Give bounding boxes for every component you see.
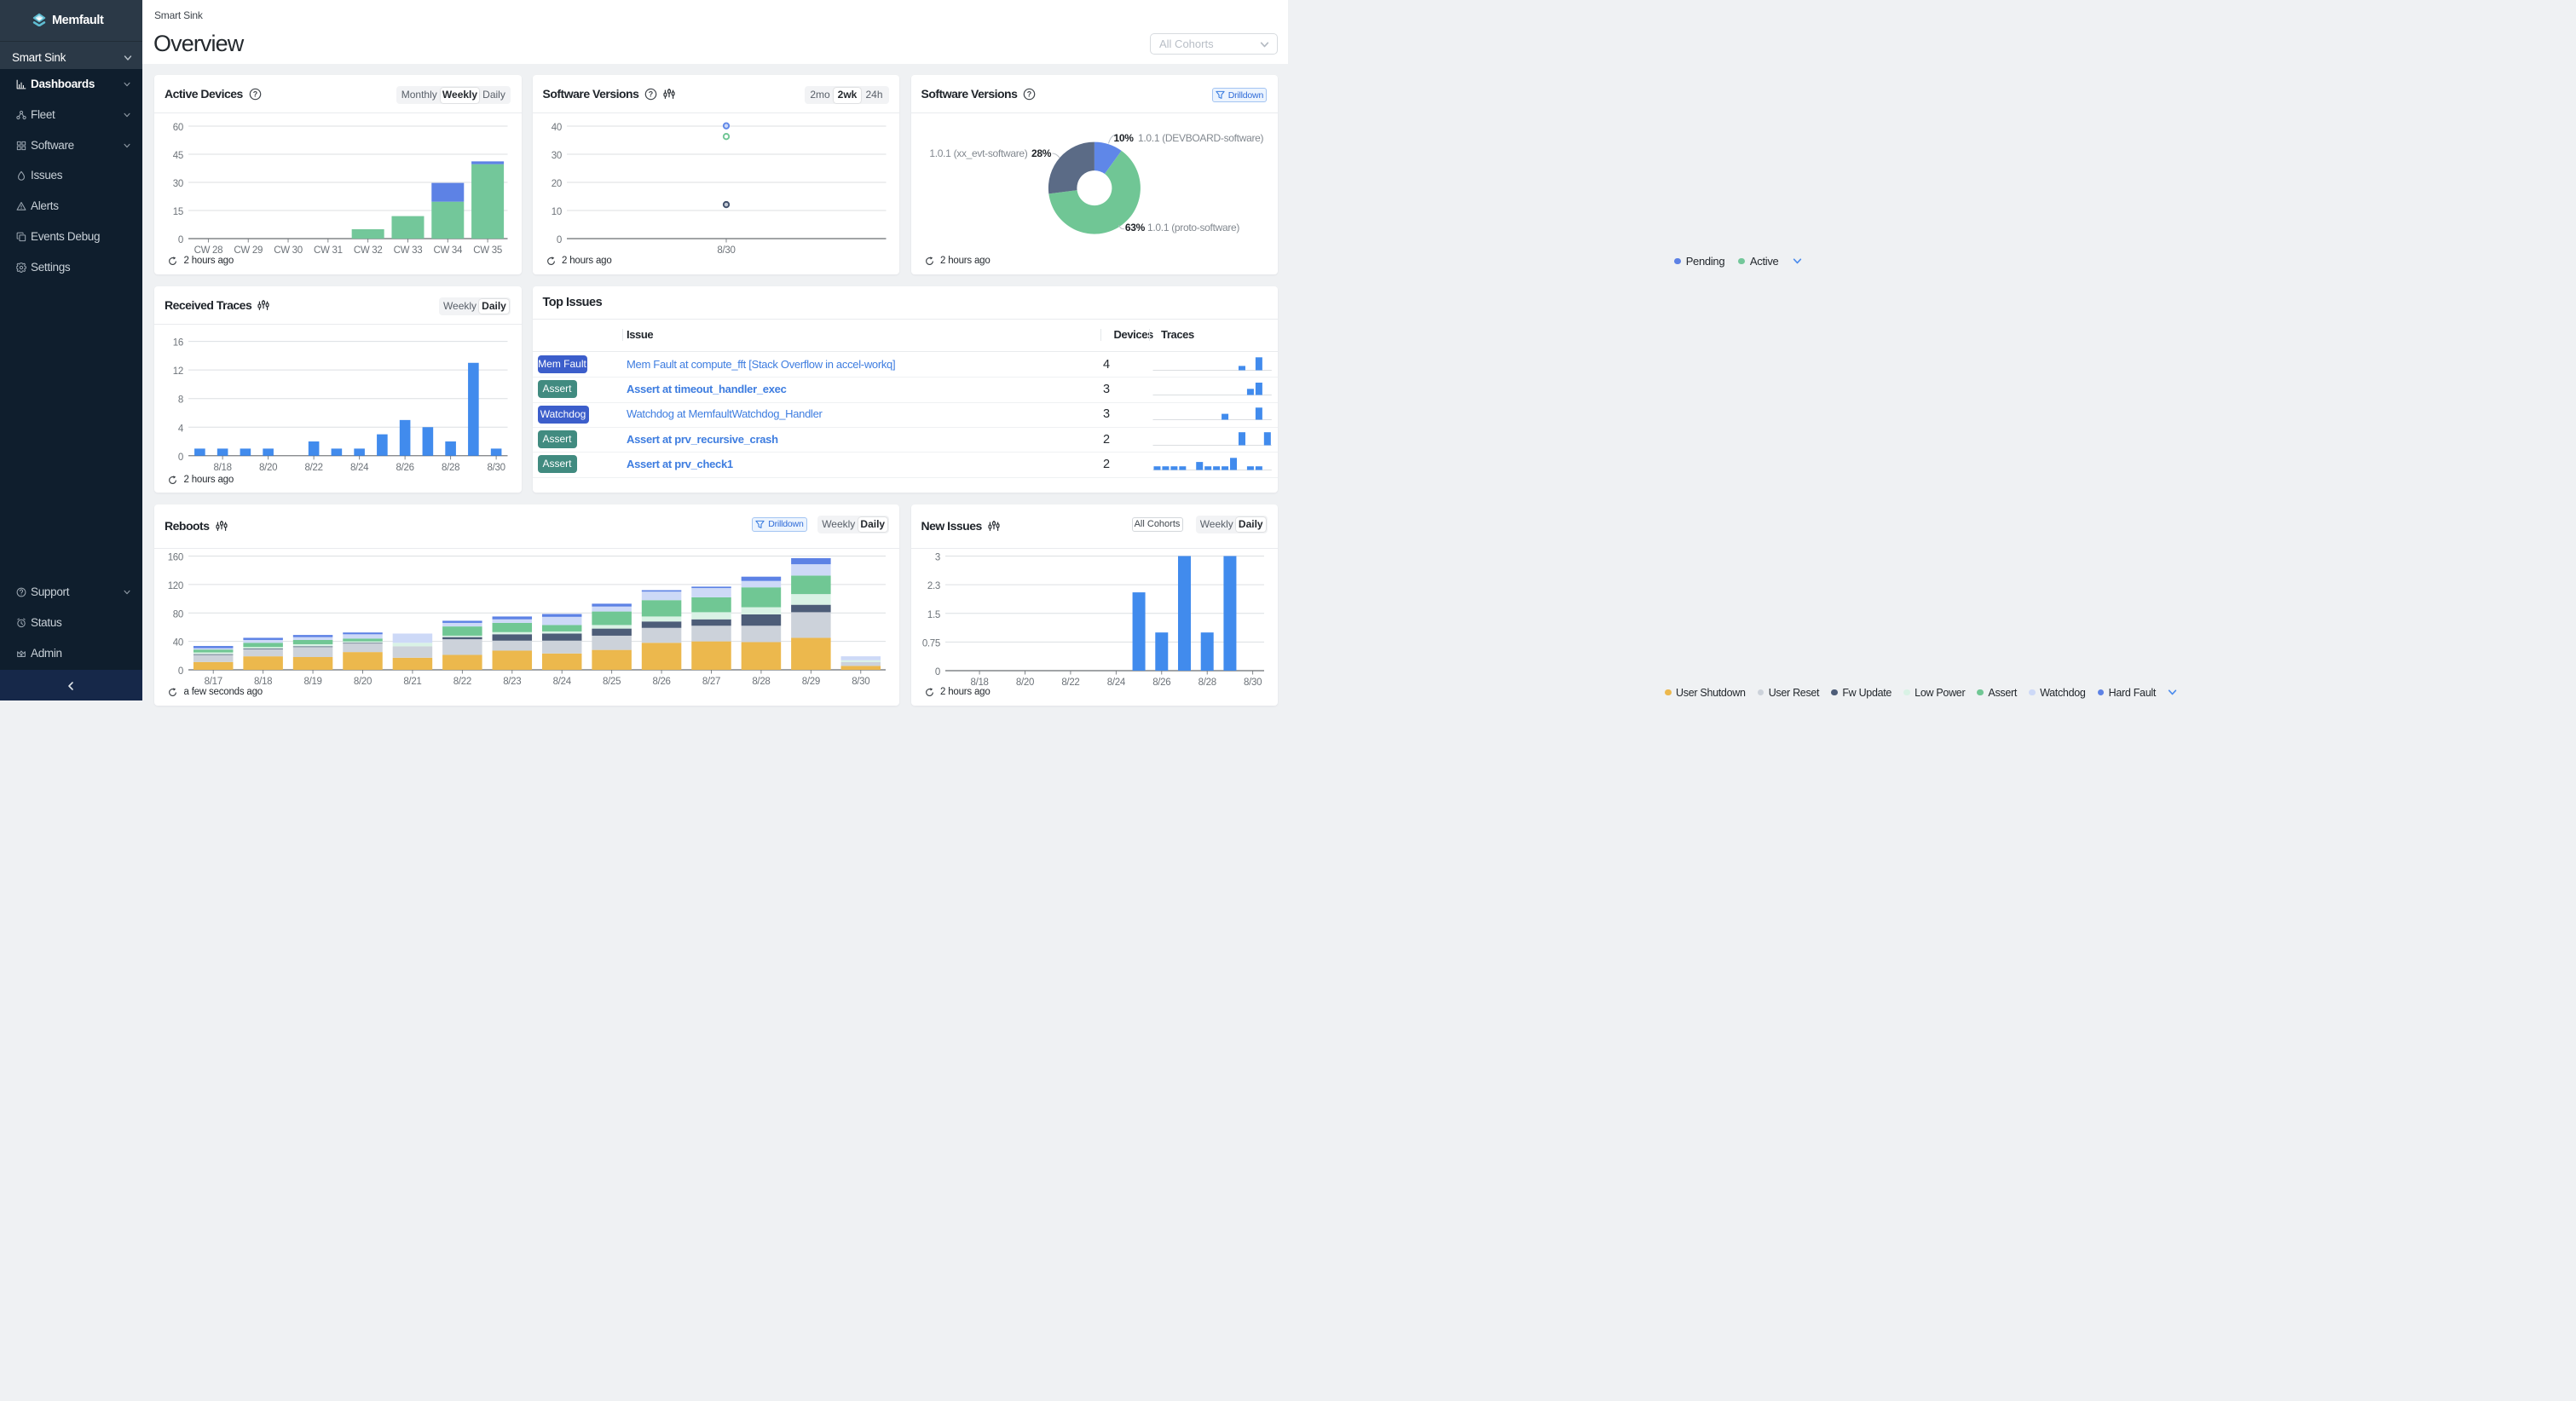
svg-text:1.0.1 (DEVBOARD-software): 1.0.1 (DEVBOARD-software) xyxy=(1138,132,1264,144)
svg-text:8/22: 8/22 xyxy=(1061,677,1079,688)
svg-text:8/24: 8/24 xyxy=(553,677,572,687)
svg-text:1.0.1 (proto-software): 1.0.1 (proto-software) xyxy=(1147,222,1239,234)
svg-text:1.0.1 (xx_evt-software): 1.0.1 (xx_evt-software) xyxy=(929,147,1027,159)
svg-text:40: 40 xyxy=(551,123,561,133)
svg-text:8/27: 8/27 xyxy=(702,677,720,687)
svg-text:?: ? xyxy=(253,89,257,98)
svg-text:0: 0 xyxy=(178,235,183,245)
svg-text:8/17: 8/17 xyxy=(205,677,222,687)
svg-text:80: 80 xyxy=(173,609,183,620)
svg-text:160: 160 xyxy=(168,552,183,562)
svg-text:2.3: 2.3 xyxy=(927,581,939,591)
svg-text:8/21: 8/21 xyxy=(403,677,421,687)
svg-text:15: 15 xyxy=(173,207,183,217)
svg-text:10%: 10% xyxy=(1113,132,1134,144)
svg-text:63%: 63% xyxy=(1124,222,1145,234)
svg-text:8/25: 8/25 xyxy=(603,677,621,687)
svg-text:28%: 28% xyxy=(1031,147,1052,159)
svg-text:40: 40 xyxy=(173,637,183,648)
svg-text:16: 16 xyxy=(173,337,183,348)
svg-text:CW 30: CW 30 xyxy=(274,245,303,256)
svg-text:8/26: 8/26 xyxy=(396,462,414,472)
svg-text:8/28: 8/28 xyxy=(752,677,770,687)
svg-text:12: 12 xyxy=(173,366,183,377)
svg-text:CW 33: CW 33 xyxy=(394,245,423,256)
svg-text:4: 4 xyxy=(178,424,184,434)
svg-text:8/30: 8/30 xyxy=(1244,677,1262,688)
svg-text:CW 29: CW 29 xyxy=(234,245,263,256)
svg-text:8/24: 8/24 xyxy=(1106,677,1125,688)
svg-text:8/19: 8/19 xyxy=(303,677,321,687)
svg-text:0: 0 xyxy=(556,235,561,245)
svg-text:8/23: 8/23 xyxy=(503,677,521,687)
svg-text:30: 30 xyxy=(551,151,561,161)
svg-text:0: 0 xyxy=(178,452,183,462)
svg-text:CW 34: CW 34 xyxy=(433,245,463,256)
svg-text:8/26: 8/26 xyxy=(652,677,670,687)
svg-text:0.75: 0.75 xyxy=(921,638,939,649)
svg-text:1.5: 1.5 xyxy=(927,609,939,620)
svg-text:CW 32: CW 32 xyxy=(354,245,383,256)
svg-text:8/30: 8/30 xyxy=(488,462,505,472)
svg-text:8/22: 8/22 xyxy=(453,677,471,687)
svg-text:8/28: 8/28 xyxy=(1198,677,1216,688)
svg-text:CW 31: CW 31 xyxy=(314,245,343,256)
svg-text:8/24: 8/24 xyxy=(350,462,369,472)
svg-text:8/30: 8/30 xyxy=(717,245,735,256)
svg-text:45: 45 xyxy=(173,151,183,161)
svg-text:8/28: 8/28 xyxy=(442,462,459,472)
svg-text:10: 10 xyxy=(551,207,561,217)
svg-text:0: 0 xyxy=(178,666,183,677)
svg-text:CW 35: CW 35 xyxy=(473,245,502,256)
svg-text:8/26: 8/26 xyxy=(1152,677,1170,688)
svg-text:8: 8 xyxy=(178,395,183,405)
svg-text:8/20: 8/20 xyxy=(1015,677,1033,688)
svg-text:0: 0 xyxy=(934,667,939,677)
svg-text:30: 30 xyxy=(173,179,183,189)
svg-text:?: ? xyxy=(649,89,653,98)
svg-text:?: ? xyxy=(1027,89,1031,98)
svg-text:8/18: 8/18 xyxy=(254,677,272,687)
svg-text:8/22: 8/22 xyxy=(305,462,323,472)
svg-text:8/30: 8/30 xyxy=(852,677,869,687)
svg-text:8/20: 8/20 xyxy=(259,462,277,472)
svg-text:8/29: 8/29 xyxy=(802,677,820,687)
svg-text:3: 3 xyxy=(934,552,939,562)
svg-text:8/18: 8/18 xyxy=(214,462,232,472)
svg-text:20: 20 xyxy=(551,179,561,189)
svg-text:8/20: 8/20 xyxy=(354,677,372,687)
svg-text:60: 60 xyxy=(173,123,183,133)
svg-text:120: 120 xyxy=(168,580,183,591)
